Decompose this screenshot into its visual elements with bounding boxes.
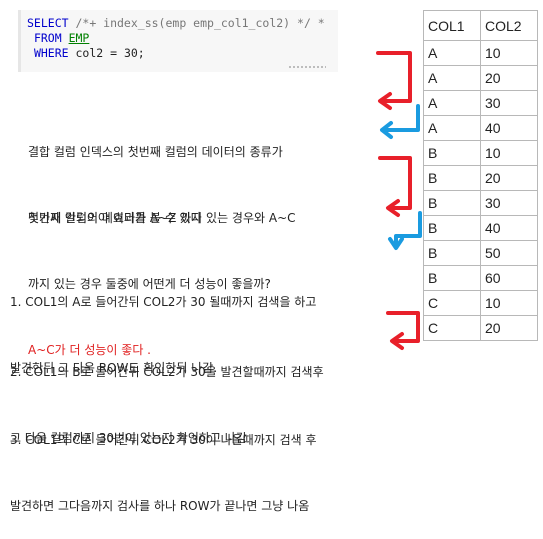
- step-3-line-2: 발견하면 그다음까지 검사를 하나 ROW가 끝나면 그냥 나옴: [10, 499, 310, 513]
- search-path-arrows: [376, 51, 422, 350]
- red-arrow-icon: [376, 51, 412, 103]
- red-arrow-icon: [378, 156, 412, 210]
- red-arrow-icon: [386, 311, 420, 343]
